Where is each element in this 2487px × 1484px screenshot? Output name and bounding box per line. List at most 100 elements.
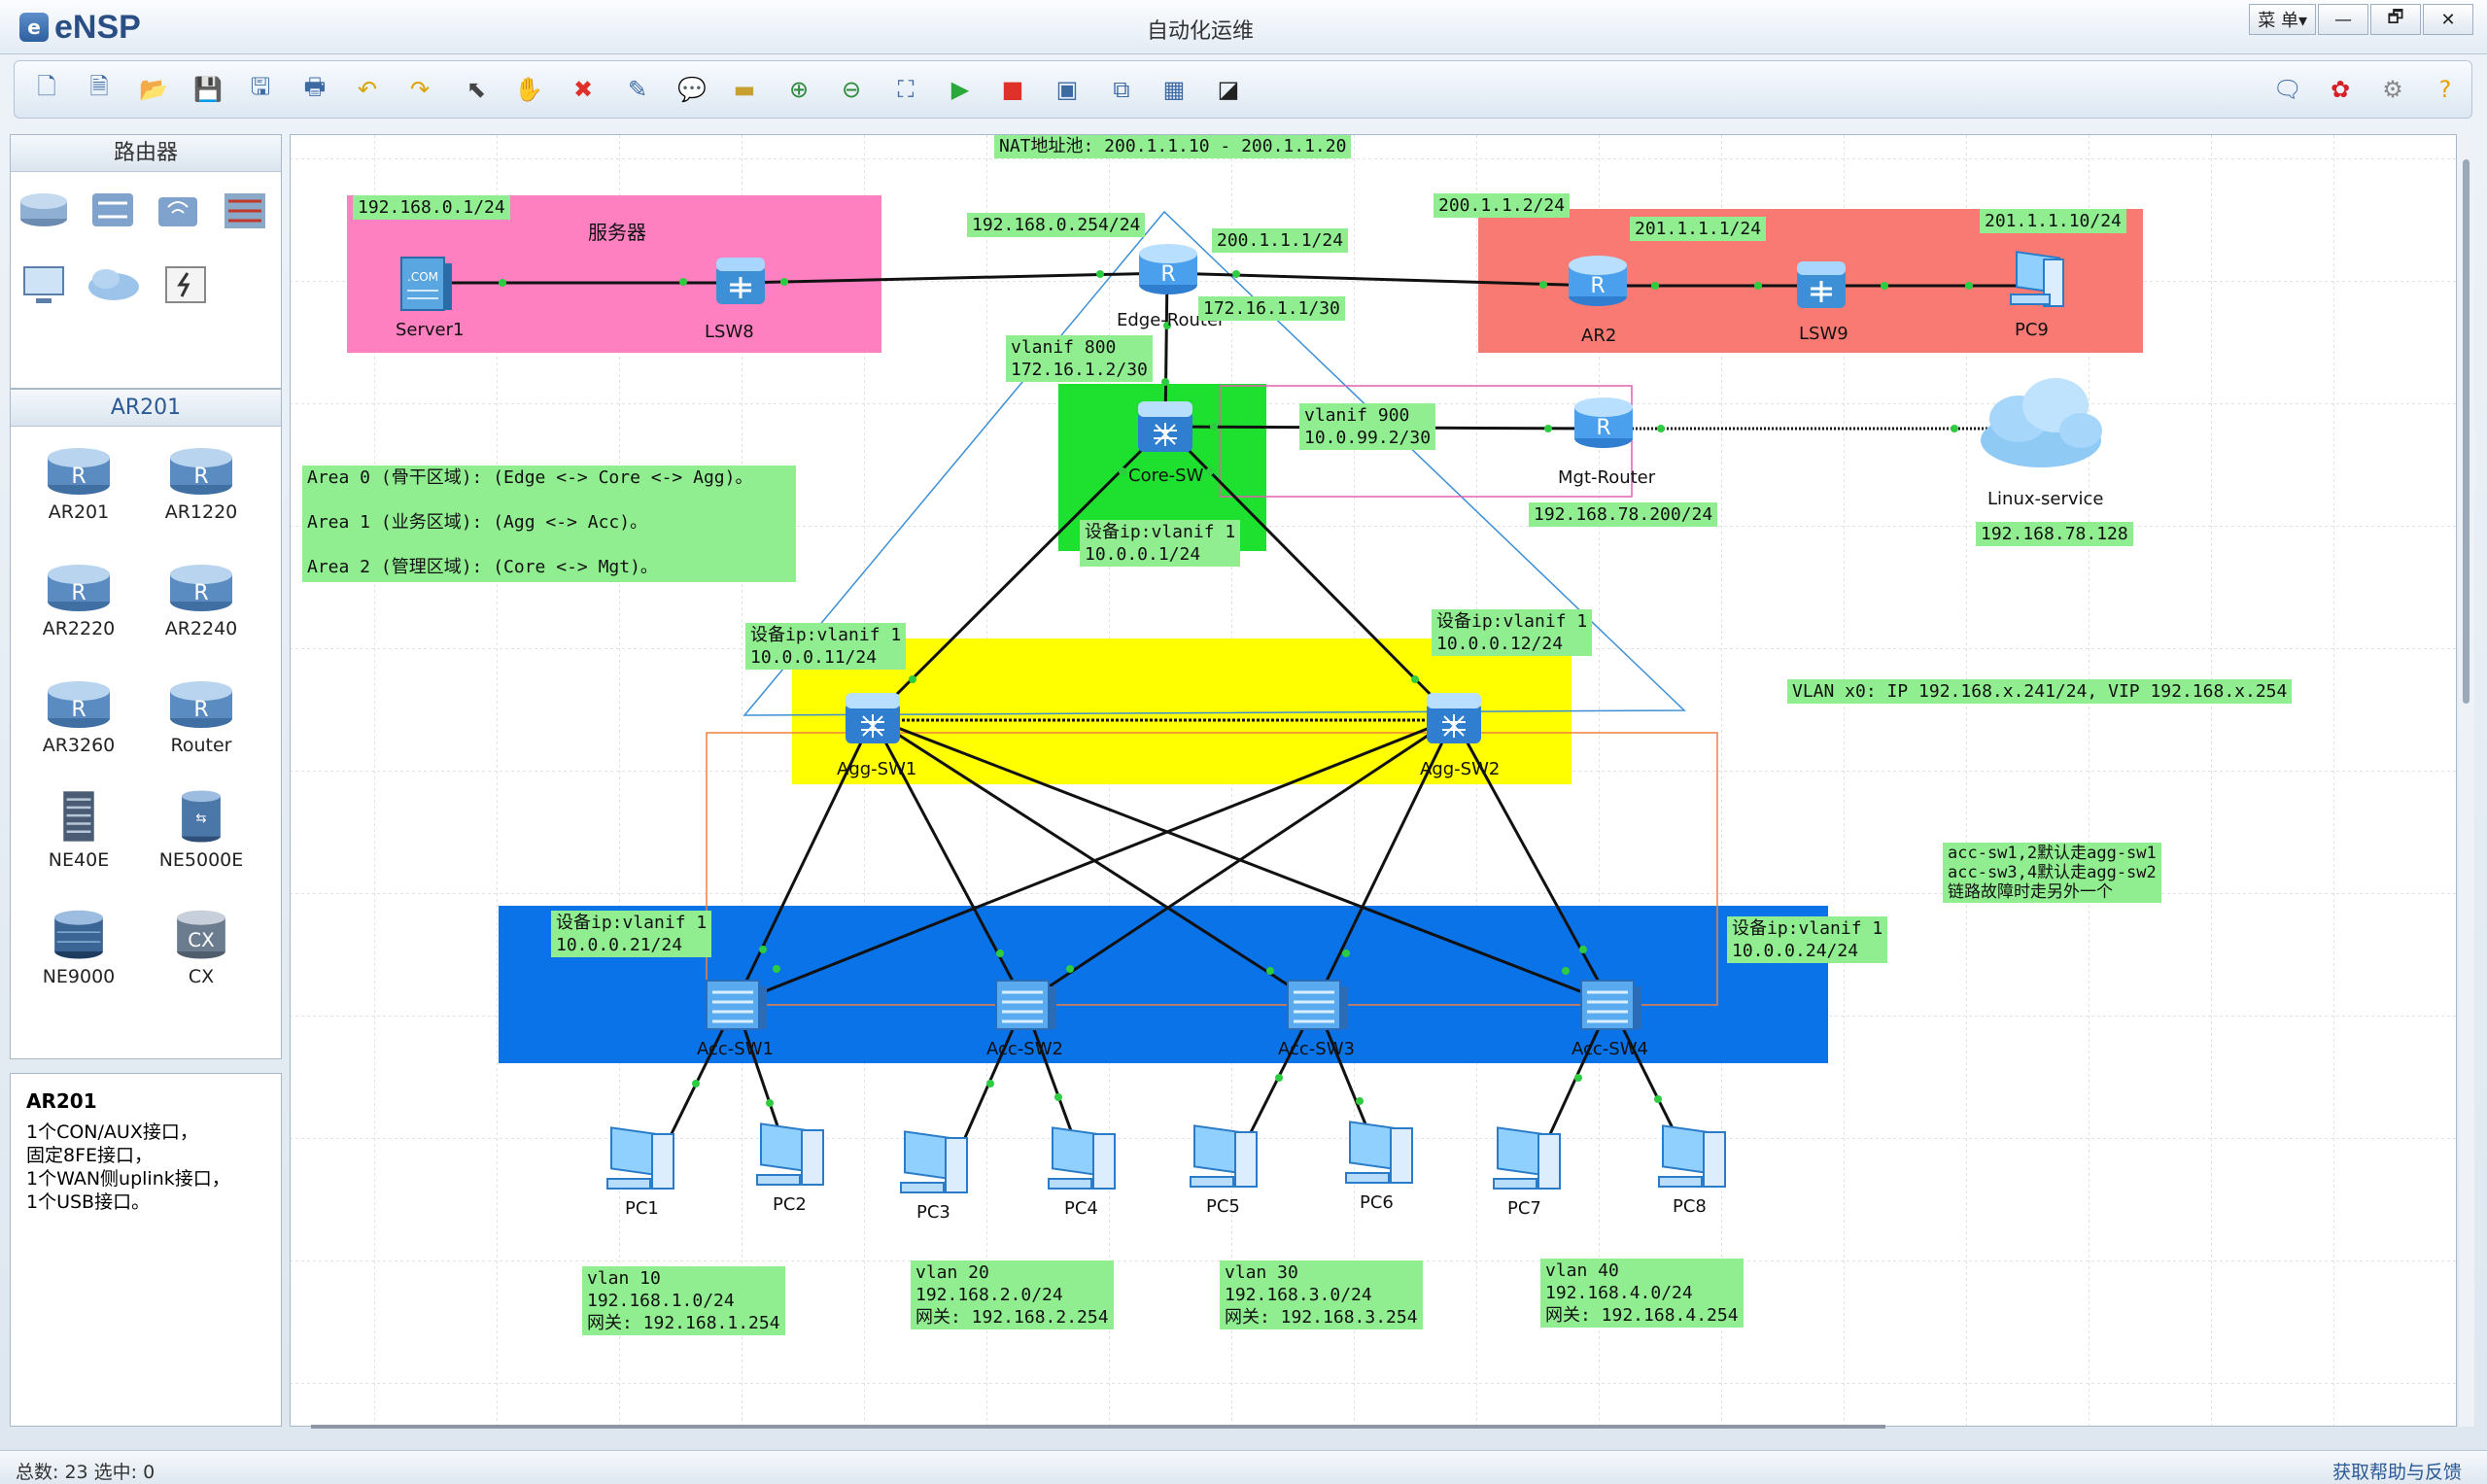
delete-all-links-icon[interactable]: ✎: [619, 71, 656, 108]
print-icon[interactable]: 🖶: [296, 71, 333, 108]
agg-sw2-icon[interactable]: [1422, 687, 1486, 749]
stop-device-icon[interactable]: ■: [994, 71, 1031, 108]
topology-canvas[interactable]: .COM Server1 LSW8 R Edge-Router R AR2 LS…: [290, 134, 2457, 1427]
ar2-lan-label[interactable]: 201.1.1.1/24: [1630, 217, 1767, 241]
power-category-icon[interactable]: [165, 266, 206, 303]
model-ne5000e[interactable]: ⇆ NE5000E: [151, 788, 252, 871]
acc-sw3-icon[interactable]: [1282, 969, 1352, 1037]
terminal-icon[interactable]: ◪: [1210, 71, 1247, 108]
server-net-label[interactable]: 192.168.0.1/24: [353, 195, 510, 220]
capture-icon[interactable]: ▣: [1049, 71, 1086, 108]
huawei-icon[interactable]: ✿: [2322, 71, 2359, 108]
linux-cloud-icon[interactable]: [1976, 372, 2106, 473]
zoom-out-icon[interactable]: ⊖: [833, 71, 870, 108]
save-as-icon[interactable]: 🖫: [242, 71, 279, 108]
model-router[interactable]: R Router: [151, 673, 252, 756]
settings-icon[interactable]: ⚙: [2374, 71, 2411, 108]
minimize-button[interactable]: —: [2318, 4, 2368, 35]
model-ar1220[interactable]: R AR1220: [151, 440, 252, 523]
agg1-mgmt-label[interactable]: 设备ip:vlanif 1 10.0.0.11/24: [745, 623, 907, 670]
menu-button[interactable]: 菜 单▾: [2249, 4, 2316, 35]
uplink-note-label[interactable]: acc-sw1,2默认走agg-sw1 acc-sw3,4默认走agg-sw2 …: [1943, 843, 2161, 903]
acc-sw4-icon[interactable]: [1575, 969, 1645, 1037]
ospf-areas-label[interactable]: Area 0 (骨干区域): (Edge <-> Core <-> Agg)。 …: [302, 466, 796, 582]
model-ar3260[interactable]: R AR3260: [28, 673, 129, 756]
grid-icon[interactable]: ▦: [1156, 71, 1192, 108]
pc3-icon[interactable]: [895, 1124, 979, 1202]
ar2-wan-label[interactable]: 200.1.1.2/24: [1433, 193, 1571, 218]
ar2-router-icon[interactable]: R: [1566, 248, 1630, 310]
cloud-category-icon[interactable]: [88, 269, 139, 300]
chat-icon[interactable]: 🗨: [2269, 71, 2306, 108]
scroll-thumb[interactable]: [2463, 159, 2470, 704]
acc1-mgmt-label[interactable]: 设备ip:vlanif 1 10.0.0.21/24: [551, 911, 712, 957]
save-icon[interactable]: 💾: [190, 71, 226, 108]
core-mgmt-label[interactable]: 设备ip:vlanif 1 10.0.0.1/24: [1080, 520, 1241, 567]
core-sw-icon[interactable]: [1134, 396, 1196, 458]
pc-category-icon[interactable]: [23, 266, 64, 303]
help-icon[interactable]: ?: [2427, 71, 2464, 108]
edge-router-icon[interactable]: R: [1136, 236, 1200, 298]
acc-sw1-icon[interactable]: [701, 969, 771, 1037]
close-button[interactable]: ✕: [2423, 4, 2473, 35]
edge-core-label[interactable]: 172.16.1.1/30: [1198, 296, 1345, 321]
restore-button[interactable]: 🗗: [2370, 4, 2421, 35]
pc8-icon[interactable]: [1653, 1119, 1737, 1196]
help-feedback-link[interactable]: 获取帮助与反馈: [2332, 1458, 2462, 1484]
fit-icon[interactable]: ⛶: [887, 71, 924, 108]
vlan40-label[interactable]: vlan 40 192.168.4.0/24 网关: 192.168.4.254: [1540, 1259, 1744, 1328]
pan-hand-icon[interactable]: ✋: [510, 71, 547, 108]
model-ne9000[interactable]: NE9000: [28, 905, 129, 987]
topology-icon[interactable]: ⧉: [1103, 71, 1140, 108]
server-area-label[interactable]: 服务器: [588, 217, 646, 245]
pc9-ip-label[interactable]: 201.1.1.10/24: [1980, 209, 2126, 233]
vlan30-label[interactable]: vlan 30 192.168.3.0/24 网关: 192.168.3.254: [1220, 1260, 1423, 1329]
firewall-category-icon[interactable]: [225, 193, 265, 228]
text-note-icon[interactable]: 💬: [674, 71, 710, 108]
vlan10-label[interactable]: vlan 10 192.168.1.0/24 网关: 192.168.1.254: [582, 1266, 785, 1335]
vlan20-label[interactable]: vlan 20 192.168.2.0/24 网关: 192.168.2.254: [911, 1260, 1114, 1329]
open-icon[interactable]: 📂: [135, 71, 172, 108]
start-device-icon[interactable]: ▶: [942, 71, 979, 108]
pc4-icon[interactable]: [1043, 1121, 1126, 1198]
mgt-ip-label[interactable]: 192.168.78.200/24: [1529, 502, 1718, 527]
canvas-horizontal-scrollbar[interactable]: [311, 1425, 1885, 1429]
select-icon[interactable]: ⬉: [458, 71, 495, 108]
switch-category-icon[interactable]: [92, 193, 133, 226]
server1-icon[interactable]: .COM: [397, 252, 456, 314]
pc5-icon[interactable]: [1185, 1119, 1268, 1196]
delete-icon[interactable]: ✖: [565, 71, 602, 108]
pc7-icon[interactable]: [1488, 1121, 1572, 1198]
zoom-in-icon[interactable]: ⊕: [780, 71, 817, 108]
acc4-mgmt-label[interactable]: 设备ip:vlanif 1 10.0.0.24/24: [1727, 916, 1888, 963]
pc6-icon[interactable]: [1340, 1115, 1424, 1192]
undo-icon[interactable]: ↶: [349, 71, 386, 108]
router-category-icon[interactable]: [20, 193, 67, 226]
linux-ip-label[interactable]: 192.168.78.128: [1976, 522, 2133, 546]
lsw8-switch-icon[interactable]: [712, 252, 769, 310]
mgt-router-icon[interactable]: R: [1572, 390, 1636, 452]
nat-pool-label[interactable]: NAT地址池: 200.1.1.10 - 200.1.1.20: [994, 135, 1352, 158]
edge-lan-label[interactable]: 192.168.0.254/24: [967, 213, 1146, 237]
acc-sw2-icon[interactable]: [990, 969, 1060, 1037]
pc1-icon[interactable]: [602, 1121, 685, 1198]
core-vlanif800-label[interactable]: vlanif 800 172.16.1.2/30: [1006, 335, 1153, 382]
lsw9-switch-icon[interactable]: [1793, 256, 1849, 314]
new-topology-icon[interactable]: 🗋: [28, 71, 65, 108]
redo-icon[interactable]: ↷: [401, 71, 438, 108]
model-ar2220[interactable]: R AR2220: [28, 557, 129, 639]
agg-sw1-icon[interactable]: [841, 687, 905, 749]
model-ne40e[interactable]: NE40E: [28, 788, 129, 871]
model-cx[interactable]: CX CX: [151, 905, 252, 987]
pc9-icon[interactable]: [2001, 246, 2071, 316]
model-ar201[interactable]: R AR201: [28, 440, 129, 523]
wireless-category-icon[interactable]: [158, 197, 197, 226]
rectangle-icon[interactable]: ▬: [726, 71, 763, 108]
new-lab-icon[interactable]: 🗎: [81, 71, 118, 108]
canvas-vertical-scrollbar[interactable]: [2459, 134, 2474, 1427]
vlan-vip-label[interactable]: VLAN x0: IP 192.168.x.241/24, VIP 192.16…: [1787, 679, 2293, 704]
edge-wan-label[interactable]: 200.1.1.1/24: [1212, 228, 1349, 253]
agg2-mgmt-label[interactable]: 设备ip:vlanif 1 10.0.0.12/24: [1432, 609, 1593, 656]
core-vlanif900-label[interactable]: vlanif 900 10.0.99.2/30: [1299, 403, 1436, 450]
model-ar2240[interactable]: R AR2240: [151, 557, 252, 639]
